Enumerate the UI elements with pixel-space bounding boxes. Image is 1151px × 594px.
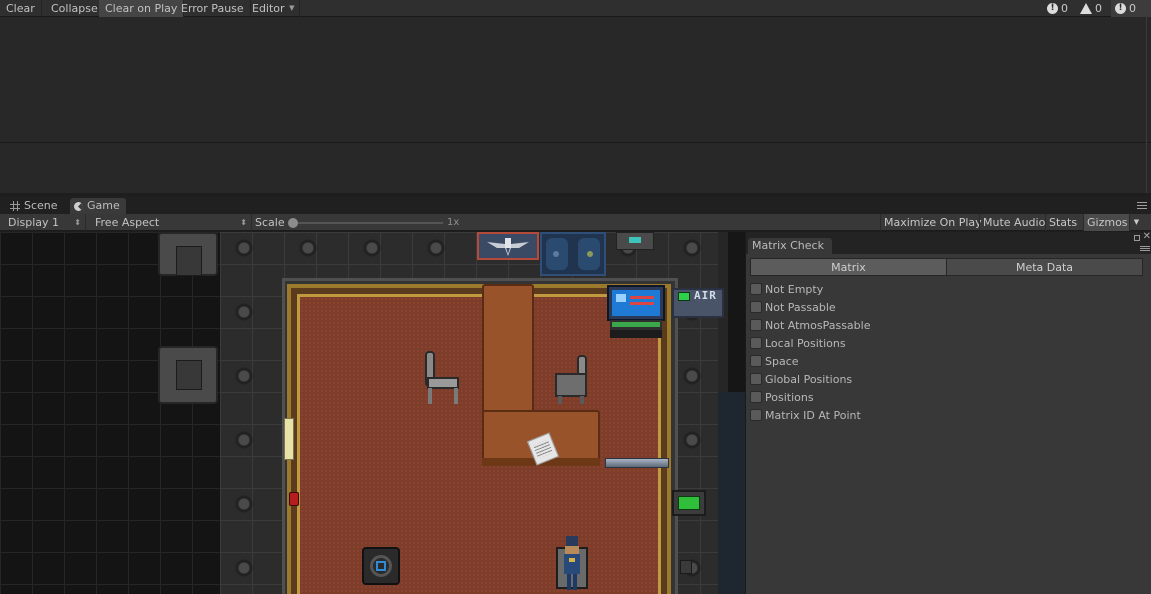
toggle-space[interactable]: Space	[750, 353, 799, 369]
chair-icon[interactable]	[554, 354, 590, 406]
light-switch-icon[interactable]	[680, 560, 692, 574]
maximize-on-play-button[interactable]: Maximize On Play	[880, 214, 985, 231]
tab-game-label: Game	[87, 199, 120, 212]
checkbox[interactable]	[750, 373, 762, 385]
wall-locker	[158, 232, 218, 276]
chevron-down-icon: ▼	[1133, 218, 1140, 226]
dropdown-arrows-icon: ⬍	[240, 218, 247, 227]
matrix-check-panel: Matrix Check ✕ Matrix Meta Data Not Empt…	[745, 232, 1151, 594]
game-viewport[interactable]: AIR	[0, 232, 745, 594]
air-alarm-label: AIR	[694, 289, 717, 302]
mute-audio-button[interactable]: Mute Audio	[979, 214, 1048, 231]
menu-icon[interactable]	[1140, 246, 1150, 252]
warning-count: 0	[1095, 2, 1102, 15]
space-void	[718, 392, 745, 594]
console-toolbar: Clear Collapse Clear on Play Error Pause…	[0, 0, 1151, 17]
airlock-door	[540, 232, 606, 276]
collapse-button[interactable]: Collapse	[45, 0, 105, 17]
info-icon: !	[1115, 3, 1126, 14]
game-controller-icon	[74, 201, 83, 211]
aspect-dropdown-label: Free Aspect	[95, 216, 160, 229]
toggle-label: Matrix ID At Point	[765, 408, 861, 422]
scale-slider-handle[interactable]	[288, 218, 298, 228]
warning-count-toggle[interactable]: 0	[1076, 0, 1106, 17]
view-tab-bar: Scene Game	[0, 196, 1151, 214]
info-count: 0	[1129, 2, 1136, 15]
toggle-label: Not Passable	[765, 300, 836, 314]
clear-on-play-button[interactable]: Clear on Play	[99, 0, 185, 17]
ceiling-terminal	[616, 232, 654, 250]
maximize-icon[interactable]	[1134, 235, 1140, 241]
panel-tab-strip: Matrix Check ✕	[746, 232, 1151, 254]
chevron-down-icon: ▼	[289, 4, 295, 12]
wall-monitor[interactable]	[672, 490, 706, 516]
gizmos-dropdown[interactable]: ▼	[1129, 214, 1143, 231]
wall-locker	[158, 346, 218, 404]
chair-icon[interactable]	[424, 350, 462, 406]
close-icon[interactable]: ✕	[1143, 232, 1151, 242]
game-toolbar: Display 1 ⬍ Free Aspect ⬍ Scale 1x Maxim…	[0, 214, 1151, 231]
clear-button[interactable]: Clear	[0, 0, 42, 17]
display-dropdown[interactable]: Display 1 ⬍	[0, 214, 86, 231]
checkbox[interactable]	[750, 283, 762, 295]
checkbox[interactable]	[750, 391, 762, 403]
checkbox[interactable]	[750, 355, 762, 367]
tab-matrix-check[interactable]: Matrix Check	[748, 238, 832, 254]
status-light-icon	[678, 292, 690, 301]
dropdown-arrows-icon: ⬍	[74, 218, 81, 227]
stats-button[interactable]: Stats	[1045, 214, 1080, 231]
console-scrollbar[interactable]	[1146, 17, 1147, 193]
toggle-not-passable[interactable]: Not Passable	[750, 299, 836, 315]
grid-icon	[10, 201, 20, 211]
editor-dropdown[interactable]: Editor ▼	[246, 0, 300, 17]
warning-icon	[1080, 3, 1092, 14]
error-icon: !	[1047, 3, 1058, 14]
checkbox[interactable]	[750, 409, 762, 421]
scale-slider-track[interactable]	[291, 222, 443, 224]
display-dropdown-label: Display 1	[8, 216, 60, 229]
toggle-global-positions[interactable]: Global Positions	[750, 371, 852, 387]
fire-alarm-icon[interactable]	[289, 492, 299, 506]
toggle-positions[interactable]: Positions	[750, 389, 814, 405]
toggle-not-atmos-passable[interactable]: Not AtmosPassable	[750, 317, 870, 333]
wing-emblem-icon	[487, 238, 529, 256]
floor-vent-icon[interactable]	[362, 547, 400, 585]
toggle-label: Global Positions	[765, 372, 853, 386]
toggle-label: Not Empty	[765, 282, 824, 296]
toggle-label: Positions	[765, 390, 814, 404]
scale-label: Scale	[255, 216, 285, 229]
toggle-local-positions[interactable]: Local Positions	[750, 335, 846, 351]
security-wing-sign	[477, 232, 539, 260]
tab-scene-label: Scene	[24, 199, 58, 212]
gizmos-button[interactable]: Gizmos	[1083, 214, 1129, 231]
checkbox[interactable]	[750, 319, 762, 331]
door-panel-icon	[546, 238, 600, 270]
toggle-label: Local Positions	[765, 336, 846, 350]
scale-value: 1x	[447, 217, 460, 228]
aspect-dropdown[interactable]: Free Aspect ⬍	[87, 214, 252, 231]
toggle-label: Space	[765, 354, 799, 368]
matrix-tab-button[interactable]: Matrix	[750, 258, 947, 276]
console-log-area[interactable]	[0, 17, 1151, 193]
error-count-toggle[interactable]: ! 0	[1043, 0, 1072, 17]
editor-dropdown-label: Editor	[252, 2, 285, 15]
console-detail-splitter[interactable]	[0, 142, 1151, 143]
space-tiles	[0, 232, 220, 594]
tab-scene[interactable]: Scene	[6, 198, 64, 214]
computer-console-icon[interactable]	[606, 284, 666, 340]
menu-icon[interactable]	[1137, 202, 1147, 209]
checkbox[interactable]	[750, 301, 762, 313]
player-character-icon[interactable]	[555, 534, 589, 594]
meta-data-tab-button[interactable]: Meta Data	[946, 258, 1143, 276]
toggle-matrix-id-at-point[interactable]: Matrix ID At Point	[750, 407, 861, 423]
wall-pipe	[605, 458, 669, 468]
error-pause-button[interactable]: Error Pause	[175, 0, 251, 17]
error-count: 0	[1061, 2, 1068, 15]
tab-game[interactable]: Game	[70, 198, 126, 214]
toggle-label: Not AtmosPassable	[765, 318, 871, 332]
checkbox[interactable]	[750, 337, 762, 349]
info-count-toggle[interactable]: ! 0	[1111, 0, 1151, 17]
wall-light-fixture	[284, 418, 294, 460]
toggle-not-empty[interactable]: Not Empty	[750, 281, 823, 297]
